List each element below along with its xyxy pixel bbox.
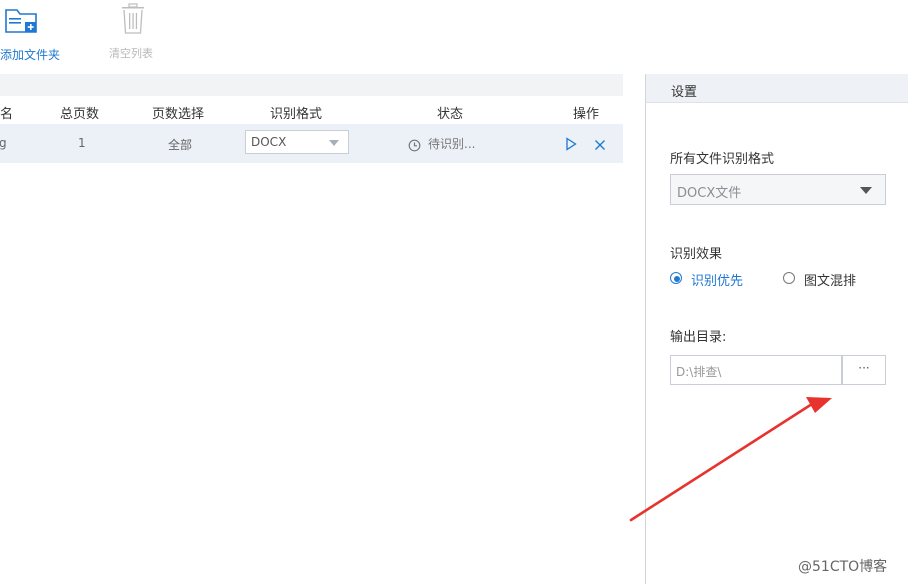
watermark: @51CTO博客 — [798, 559, 888, 575]
annotation-arrow-icon — [629, 397, 832, 522]
